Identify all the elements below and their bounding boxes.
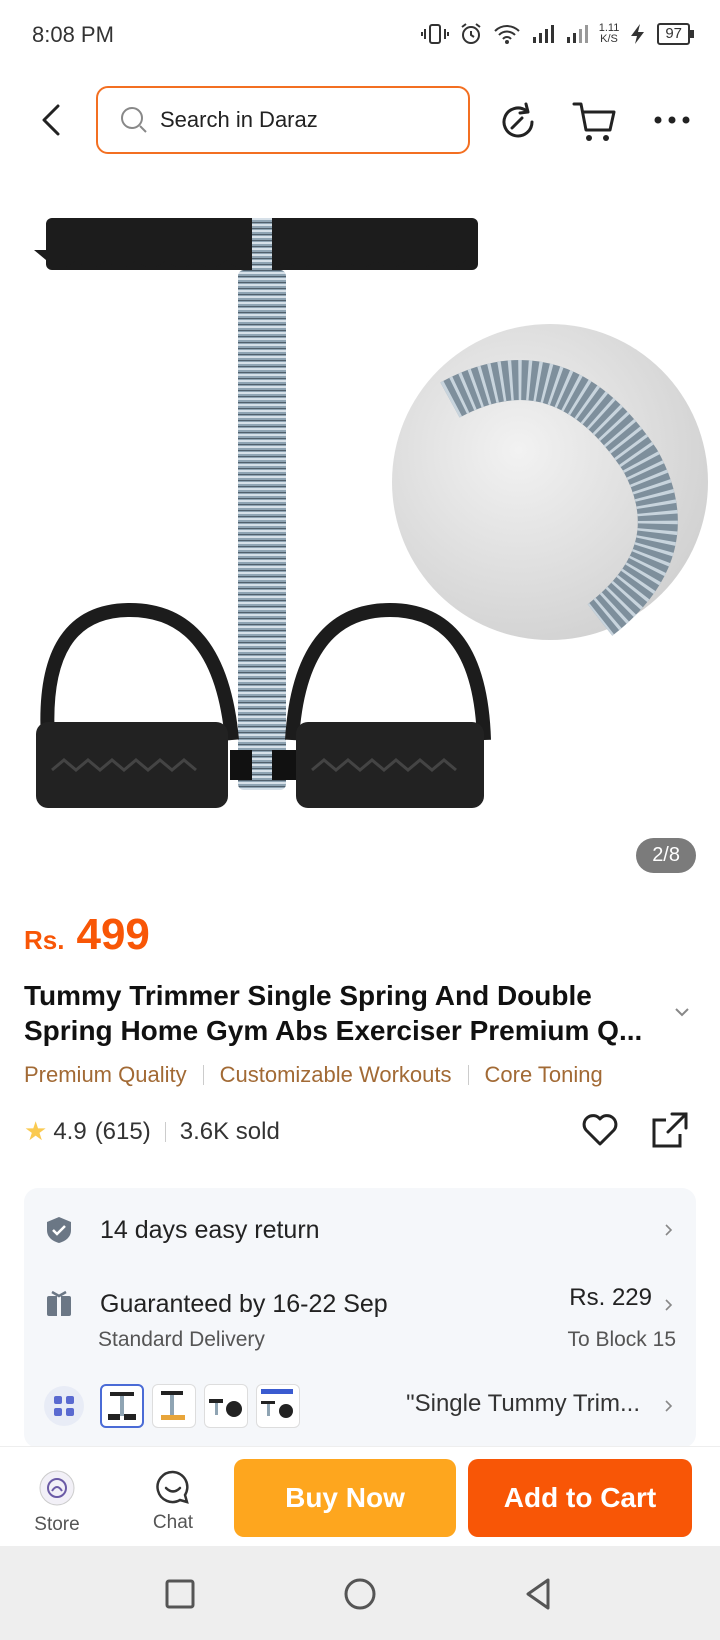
chevron-right-icon [665, 1224, 673, 1236]
net-speed-unit: K/S [600, 33, 618, 45]
wifi-icon [494, 25, 520, 44]
price-currency: Rs. [24, 925, 65, 955]
external-share-icon[interactable] [650, 1110, 690, 1150]
signal-2-icon [566, 25, 588, 43]
charging-icon [631, 24, 645, 44]
variant-thumbnail[interactable] [256, 1384, 300, 1428]
chat-label: Chat [152, 1512, 194, 1533]
variant-thumb-image [209, 1399, 242, 1417]
heart-icon[interactable] [580, 1110, 620, 1150]
signal-icon [532, 25, 554, 43]
store-button[interactable]: Store [20, 1469, 94, 1536]
rating-count[interactable]: (615) [95, 1118, 151, 1146]
product-image[interactable]: 2/8 [0, 170, 720, 880]
delivery-type: Standard Delivery [98, 1328, 265, 1351]
return-policy-text: 14 days easy return [100, 1215, 320, 1244]
chevron-down-icon[interactable] [672, 1002, 692, 1022]
variant-thumb-image [261, 1389, 293, 1418]
chat-button[interactable]: Chat [138, 1469, 208, 1534]
store-label: Store [34, 1514, 80, 1535]
search-input[interactable]: Search in Daraz [96, 86, 470, 154]
service-card: 14 days easy return Guaranteed by 16-22 … [24, 1188, 696, 1448]
delivery-price: Rs. 229 [569, 1284, 652, 1311]
share-icon[interactable] [496, 100, 540, 144]
cart-icon[interactable] [572, 98, 618, 144]
shield-check-icon [47, 1217, 71, 1243]
system-nav-bar [0, 1546, 720, 1640]
price-amount: 499 [76, 910, 150, 959]
product-title: Tummy Trimmer Single Spring And Double S… [24, 980, 643, 1046]
tag-item: Premium Quality [24, 1062, 187, 1087]
status-icons: 1.11 K/S 97 [420, 22, 694, 46]
status-bar: 8:08 PM 1.11 K/S 97 [0, 0, 720, 70]
variant-thumb-image [161, 1391, 185, 1420]
variant-thumb-image [108, 1392, 136, 1420]
variant-thumbnail[interactable] [100, 1384, 144, 1428]
rating-divider [164, 1121, 166, 1142]
delivery-guarantee: Guaranteed by 16-22 Sep [100, 1289, 388, 1318]
grid-icon [54, 1396, 74, 1416]
rating-score[interactable]: 4.9 [53, 1118, 86, 1146]
battery-indicator: 97 [657, 23, 694, 45]
action-bar: Store Chat Buy Now Add to Cart [0, 1446, 720, 1546]
return-policy-row[interactable]: 14 days easy return [44, 1210, 676, 1250]
top-bar: Search in Daraz [0, 86, 720, 156]
tag-divider [202, 1065, 204, 1085]
variant-label: "Single Tummy Trim... [406, 1390, 640, 1417]
rating-row: ★ 4.9 (615) 3.6K sold [24, 1112, 696, 1148]
tag-item: Core Toning [484, 1062, 603, 1087]
tag-item: Customizable Workouts [219, 1062, 452, 1087]
package-icon [47, 1290, 71, 1316]
image-counter: 2/8 [636, 838, 696, 873]
price: Rs. 499 [24, 910, 150, 960]
variant-thumbnail[interactable] [204, 1384, 248, 1428]
back-icon[interactable] [32, 100, 72, 140]
buy-now-button[interactable]: Buy Now [234, 1459, 456, 1537]
variant-icon [44, 1386, 84, 1426]
store-logo-icon [39, 1470, 75, 1506]
product-tags: Premium Quality Customizable Workouts Co… [24, 1062, 603, 1088]
chat-icon [156, 1470, 189, 1504]
chevron-right-icon [665, 1400, 673, 1412]
alarm-icon [461, 23, 481, 44]
variant-row[interactable]: "Single Tummy Trim... [44, 1384, 676, 1428]
variant-thumbnail[interactable] [152, 1384, 196, 1428]
add-to-cart-button[interactable]: Add to Cart [468, 1459, 692, 1537]
sold-count: 3.6K sold [179, 1117, 280, 1145]
more-icon[interactable] [652, 100, 692, 140]
chevron-right-icon [665, 1299, 673, 1311]
net-speed: 1.11 K/S [599, 23, 620, 45]
back-nav-icon[interactable] [518, 1574, 558, 1614]
delivery-location: To Block 15 [567, 1328, 676, 1351]
tag-divider [467, 1065, 469, 1085]
status-time: 8:08 PM [32, 22, 114, 47]
recent-apps-icon[interactable] [160, 1574, 200, 1614]
search-icon [121, 107, 147, 133]
vibrate-icon [420, 24, 449, 44]
product-photo [34, 218, 708, 808]
home-icon[interactable] [340, 1574, 380, 1614]
star-icon: ★ [24, 1116, 48, 1146]
search-placeholder: Search in Daraz [160, 107, 318, 132]
